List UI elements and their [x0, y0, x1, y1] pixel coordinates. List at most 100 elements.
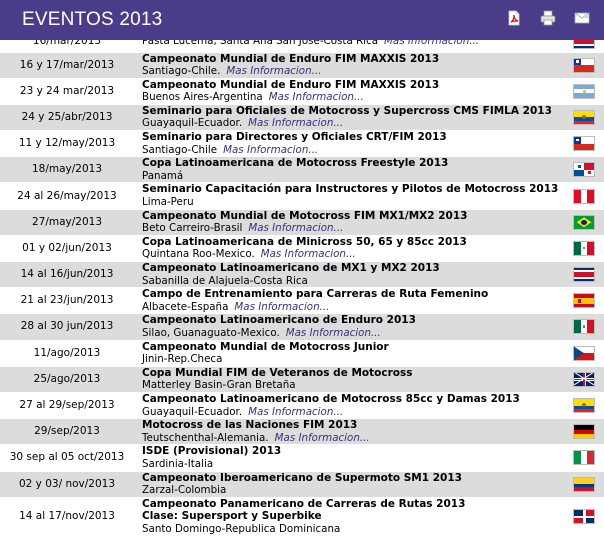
event-name: Campeonato Latinoamericano de MX1 y MX2 … [142, 262, 440, 274]
flag-ecuador-icon [573, 109, 595, 125]
flag-cell [564, 392, 604, 419]
flag-cell [564, 235, 604, 262]
flag-argentina-icon [573, 83, 595, 99]
more-info-link[interactable]: Mas Informacion... [226, 65, 321, 77]
event-info: Campeonato Latinoamericano de Enduro 201… [134, 313, 564, 341]
flag-brazil-icon [573, 214, 595, 230]
table-row: 25/ago/2013 Copa Mundial FIM de Veteranos… [0, 366, 604, 393]
flag-cell [564, 366, 604, 393]
flag-cell [564, 444, 604, 471]
event-location-line: Santo Domingo-Republica Dominicana [142, 523, 564, 536]
event-location-line: Santiago-Chile Mas Informacion... [142, 144, 564, 157]
flag-italy-icon [573, 450, 595, 466]
table-row: 21 al 23/jun/2013 Campo de Entrenamiento … [0, 287, 604, 314]
more-info-link[interactable]: Mas Informacion... [269, 91, 364, 103]
event-info: Campeonato Latinoamericano de Motocross … [134, 392, 564, 419]
more-info-link[interactable]: Mas Informacion... [248, 406, 343, 418]
event-location: Beto Carreiro-Brasil [142, 222, 243, 235]
event-info: Pasta Lucema, Santa Ana San Jose-Costa R… [134, 40, 564, 52]
more-info-link[interactable]: Mas Informacion... [248, 117, 343, 129]
event-location: Silao, Guanaguato-Mexico. [142, 326, 280, 339]
table-row: 30 sep al 05 oct/2013 ISDE (Provisional) … [0, 444, 604, 471]
event-date: 21 al 23/jun/2013 [0, 287, 134, 314]
flag-cell [564, 78, 604, 105]
event-location-line: Guayaquil-Ecuador. Mas Informacion... [142, 406, 564, 419]
event-name: Campeonato Latinoamericano de Enduro 201… [142, 314, 416, 327]
table-row: 14 al 16/jun/2013 Campeonato Latinoameric… [0, 261, 604, 288]
event-date: 29/sep/2013 [0, 418, 134, 445]
flag-czech-icon [573, 345, 595, 361]
event-location: Lima-Peru [142, 196, 194, 209]
table-row: 27/may/2013 Campeonato Mundial de Motocro… [0, 209, 604, 236]
table-row: 16 y 17/mar/2013 Campeonato Mundial de En… [0, 52, 604, 79]
flag-cell [564, 209, 604, 236]
flag-costa-rica-icon [573, 40, 595, 49]
event-date: 27 al 29/sep/2013 [0, 392, 134, 419]
event-info: Campeonato Latinoamericano de MX1 y MX2 … [134, 261, 564, 288]
flag-cell [564, 497, 604, 537]
flag-panama-icon [573, 162, 595, 178]
event-location: Sardinia-Italia [142, 457, 214, 470]
event-name: Campeonato Latinoamericano de Motocross … [142, 392, 520, 405]
event-location-line: Silao, Guanaguato-Mexico. Mas Informacion… [142, 327, 564, 340]
flag-peru-icon [573, 188, 595, 204]
event-location-line: Buenos Aires-Argentina Mas Informacion... [142, 91, 564, 104]
event-location: Panamá [142, 169, 184, 182]
flag-cell [564, 156, 604, 183]
event-date: 27/may/2013 [0, 209, 134, 236]
event-info: Campeonato Mundial de Enduro FIM MAXXIS … [134, 78, 564, 105]
page-header: EVENTOS 2013 [0, 0, 604, 40]
more-info-link[interactable]: Mas Informacion... [223, 144, 318, 156]
event-name: Copa Latinoamericana de Minicross 50, 65… [142, 235, 467, 248]
more-info-link[interactable]: Mas Informacion... [286, 327, 381, 339]
event-date: 23 y 24 mar/2013 [0, 78, 134, 105]
event-info: Campeonato Mundial de Motocross Junior Ji… [134, 340, 564, 367]
table-row: 18/may/2013 Copa Latinoamericana de Motoc… [0, 156, 604, 183]
event-info: Copa Latinoamericana de Minicross 50, 65… [134, 235, 564, 262]
event-name: Motocross de las Naciones FIM 2013 [142, 419, 358, 432]
event-date: 01 y 02/jun/2013 [0, 235, 134, 262]
event-info: Seminario para Oficiales de Motocross y … [134, 104, 564, 131]
event-info: Campeonato Iberoamericano de Supermoto S… [134, 471, 564, 498]
event-name: Campeonato Mundial de Motocross FIM MX1/… [142, 209, 468, 222]
event-name: Campeonato Mundial de Enduro FIM MAXXIS … [142, 78, 440, 91]
more-info-link[interactable]: Mas Informacion... [234, 301, 329, 313]
event-name: Seminario para Oficiales de Motocross y … [142, 104, 552, 117]
email-icon[interactable] [574, 10, 590, 26]
table-row: 24 al 26/may/2013 Seminario Capacitación … [0, 182, 604, 210]
event-date: 14 al 17/nov/2013 [0, 497, 134, 537]
flag-dominican-republic-icon [573, 509, 595, 525]
more-info-link[interactable]: Mas Informacion... [275, 432, 370, 444]
flag-cell [564, 287, 604, 314]
event-location: Pasta Lucema, Santa Ana San Jose-Costa R… [142, 40, 379, 47]
events-table-container: 16/mar/2013 Pasta Lucema, Santa Ana San J… [0, 40, 604, 550]
flag-germany-icon [573, 424, 595, 440]
event-name: Seminario para Directores y Oficiales CR… [142, 131, 447, 144]
flag-cell [564, 340, 604, 367]
flag-cell [564, 130, 604, 157]
flag-ecuador-icon [573, 398, 595, 414]
event-location: Santiago-Chile. [142, 65, 221, 78]
print-icon[interactable] [540, 10, 556, 26]
table-row: 28 al 30 jun/2013 Campeonato Latinoameric… [0, 313, 604, 341]
flag-colombia-icon [573, 476, 595, 492]
event-name: Campeonato Mundial de Enduro FIM MAXXIS … [142, 52, 440, 65]
event-info: Seminario para Directores y Oficiales CR… [134, 130, 564, 157]
event-location: Sabanilla de Alajuela-Costa Rica [142, 274, 308, 287]
more-info-link[interactable]: Mas Informacion... [261, 248, 356, 260]
event-info: ISDE (Provisional) 2013 Sardinia-Italia [134, 444, 564, 471]
event-date: 30 sep al 05 oct/2013 [0, 444, 134, 471]
pdf-icon[interactable] [506, 10, 522, 26]
more-info-link[interactable]: Mas Informacion... [248, 222, 343, 234]
event-location: Teutschenthal-Alemania. [142, 431, 269, 444]
page-title: EVENTOS 2013 [22, 9, 163, 30]
table-row: 01 y 02/jun/2013 Copa Latinoamericana de … [0, 235, 604, 262]
table-row: 14 al 17/nov/2013 Campeonato Panamericano… [0, 497, 604, 537]
event-date: 25/ago/2013 [0, 366, 134, 393]
more-info-link[interactable]: Mas Informacion... [384, 40, 479, 47]
flag-cell [564, 471, 604, 498]
event-info: Motocross de las Naciones FIM 2013 Teutsc… [134, 418, 564, 445]
event-location: Matterley Basin-Gran Bretaña [142, 379, 296, 392]
event-info: Seminario Capacitación para Instructores… [134, 182, 564, 210]
event-date: 11 y 12/may/2013 [0, 130, 134, 157]
